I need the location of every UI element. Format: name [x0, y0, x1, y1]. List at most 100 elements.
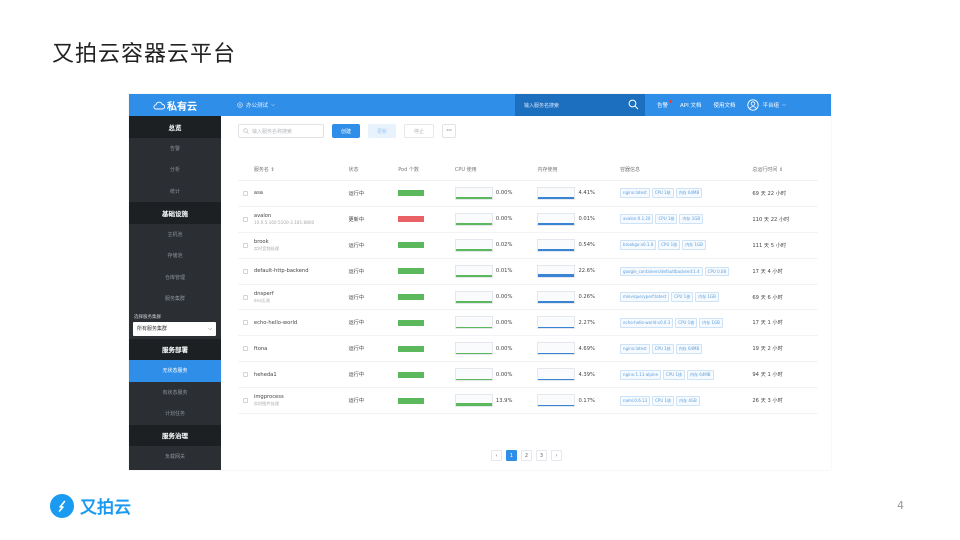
- container-tag: CPU 1核: [655, 214, 678, 225]
- cpu-cell: 0.00%: [454, 342, 538, 356]
- container-tag: google_containers/defaultbackend:1.4: [620, 266, 703, 276]
- table-row[interactable]: heheda1 运行中 0.00% 4.39% nginx:1.11-alpine CPU…: [238, 362, 818, 389]
- stop-button[interactable]: 停止: [404, 124, 435, 138]
- sidebar-item-stateful[interactable]: 有状态服务: [129, 382, 221, 404]
- uptime-value: 26 天 3 小时: [752, 398, 783, 405]
- sidebar-item-alerts[interactable]: 告警: [129, 138, 221, 160]
- container-tag: 内存 64MB: [687, 369, 714, 380]
- mem-meter-fill: [538, 301, 575, 303]
- service-name[interactable]: dnsperf: [254, 291, 349, 297]
- create-button[interactable]: 创建: [332, 124, 361, 138]
- service-state: 运行中: [348, 320, 365, 327]
- sidebar-item-hosts[interactable]: 主机池: [129, 224, 221, 246]
- app-logo[interactable]: 私有云: [129, 98, 221, 113]
- update-button[interactable]: 更新: [368, 124, 397, 138]
- sidebar-section-governance[interactable]: 服务治理: [129, 424, 221, 446]
- brand-footer: 又拍云: [50, 493, 131, 518]
- container-tag: nginx:latest: [620, 343, 650, 354]
- row-checkbox[interactable]: [243, 216, 249, 222]
- service-name[interactable]: heheda1: [254, 372, 349, 378]
- service-name-cell: avalon 10.0.5.160:5100-3.181:8800: [254, 213, 349, 225]
- slide-title: 又拍云容器云平台: [52, 42, 237, 67]
- mem-cell: 0.54%: [537, 238, 620, 252]
- uptime-value: 111 天 5 小时: [752, 242, 787, 249]
- row-checkbox[interactable]: [243, 320, 249, 326]
- service-name-cell: asa: [254, 190, 349, 196]
- prev-page-button[interactable]: ‹: [491, 450, 502, 461]
- sidebar-section-infra[interactable]: 基础设施: [129, 202, 221, 224]
- table-row[interactable]: ftona 运行中 0.00% 4.69% nginx:latest CPU 1核 内存 6…: [238, 336, 818, 363]
- mem-meter: [537, 186, 576, 200]
- sidebar-item-gateway[interactable]: 负载网关: [129, 446, 221, 468]
- service-name[interactable]: avalon: [254, 213, 349, 219]
- container-tag: echo-hello-world:v0.0.3: [620, 317, 674, 328]
- environment-switcher[interactable]: 办公测试 ⌵: [237, 101, 275, 109]
- services-table: 服务名 ⇕ 状态 Pod 个数 CPU 使用 内存使用 容器信息 总运行时间 ⇕…: [238, 159, 818, 415]
- service-name[interactable]: imgprocess: [254, 394, 349, 400]
- cpu-value: 0.00%: [495, 190, 513, 197]
- header-name[interactable]: 服务名 ⇕: [254, 166, 349, 173]
- container-tag: CPU 1核: [663, 369, 685, 380]
- uptime-value: 69 天 6 小时: [752, 294, 783, 301]
- sidebar-item-storage[interactable]: 存储池: [129, 245, 221, 267]
- table-row[interactable]: asa 运行中 0.00% 4.41% nginx:latest CPU 1核 内存 64M…: [238, 181, 818, 207]
- sidebar-item-stats[interactable]: 统计: [129, 181, 221, 203]
- row-checkbox[interactable]: [243, 190, 249, 196]
- alerts-link[interactable]: 告警: [657, 100, 673, 109]
- row-checkbox[interactable]: [243, 268, 249, 274]
- service-name[interactable]: asa: [254, 190, 349, 196]
- user-menu[interactable]: 平台组 ⌵: [747, 99, 786, 111]
- service-name[interactable]: echo-hello-world: [254, 320, 349, 326]
- service-name-search[interactable]: 输入服务名称搜索: [238, 124, 324, 138]
- service-search-input[interactable]: 输入服务名搜索: [515, 94, 645, 116]
- page-3-button[interactable]: 3: [536, 450, 547, 461]
- sidebar-section-overview[interactable]: 总览: [129, 116, 221, 138]
- sidebar-section-deploy[interactable]: 服务部署: [129, 338, 221, 360]
- row-checkbox[interactable]: [243, 398, 249, 404]
- row-checkbox[interactable]: [243, 294, 249, 300]
- sidebar-item-registry[interactable]: 仓库管理: [129, 267, 221, 289]
- api-docs-link[interactable]: API 文档: [680, 101, 701, 109]
- cpu-cell: 0.00%: [454, 316, 538, 330]
- user-docs-link[interactable]: 使用文档: [713, 101, 735, 109]
- mem-cell: 4.39%: [537, 368, 620, 382]
- table-row[interactable]: brook 实时音频处理 运行中 0.02% 0.54% brookgo:v0.1.0 CP…: [238, 233, 818, 259]
- brand-logo-icon: [50, 493, 74, 518]
- header-uptime[interactable]: 总运行时间 ⇕: [752, 166, 818, 173]
- table-row[interactable]: dnsperf dns压测 运行中 0.00% 0.26% mlev/queryperf:…: [238, 285, 818, 311]
- service-description: 10.0.5.160:5100-3.181:8800: [253, 220, 315, 226]
- row-checkbox[interactable]: [243, 372, 249, 378]
- mem-cell: 0.17%: [537, 394, 620, 408]
- service-name[interactable]: brook: [254, 239, 349, 245]
- container-tag: 内存 64MB: [675, 188, 703, 199]
- sidebar-item-stateless[interactable]: 无状态服务: [129, 360, 221, 382]
- container-tag: nami:0.6.13: [620, 395, 651, 406]
- sidebar-item-clusters[interactable]: 服务集群: [129, 288, 221, 310]
- table-row[interactable]: avalon 10.0.5.160:5100-3.181:8800 更新中 0.00%…: [238, 207, 818, 233]
- sidebar-item-cron[interactable]: 计划任务: [129, 403, 221, 425]
- next-page-button[interactable]: ›: [551, 450, 562, 461]
- row-checkbox-cell: [238, 242, 254, 248]
- cpu-value: 13.9%: [495, 397, 513, 404]
- page-1-button[interactable]: 1: [506, 450, 517, 461]
- service-name[interactable]: default-http-backend: [254, 268, 349, 274]
- uptime-value: 110 天 22 小时: [752, 216, 790, 223]
- more-button[interactable]: ···: [442, 124, 457, 138]
- sidebar-item-analysis[interactable]: 分析: [129, 159, 221, 181]
- container-info: brookgo:v0.1.0 CPU 1核 内存 1GB: [620, 240, 752, 251]
- row-checkbox[interactable]: [243, 346, 249, 352]
- cpu-value: 0.00%: [495, 371, 513, 378]
- table-row[interactable]: echo-hello-world 运行中 0.00% 2.27% echo-hello-…: [238, 310, 818, 337]
- cluster-select-label: 选择服务集群: [134, 314, 161, 320]
- pod-cell: [398, 319, 455, 326]
- chevron-down-icon: ⌵: [782, 101, 787, 108]
- sidebar: 总览 告警 分析 统计 基础设施 主机池 存储池 仓库管理 服务集群 选择服务集…: [129, 116, 221, 470]
- service-description: dns压测: [253, 297, 270, 303]
- row-checkbox[interactable]: [243, 242, 249, 248]
- table-row[interactable]: default-http-backend 运行中 0.01% 22.6% google_…: [238, 259, 818, 285]
- table-row[interactable]: imgprocess 实时图片处理 运行中 13.9% 0.17% nami:0.6.13…: [238, 388, 818, 415]
- page-2-button[interactable]: 2: [521, 450, 532, 461]
- service-name[interactable]: ftona: [254, 346, 349, 352]
- cpu-value: 0.00%: [495, 319, 513, 326]
- cluster-select[interactable]: 所有服务集群 ⌵: [133, 321, 216, 336]
